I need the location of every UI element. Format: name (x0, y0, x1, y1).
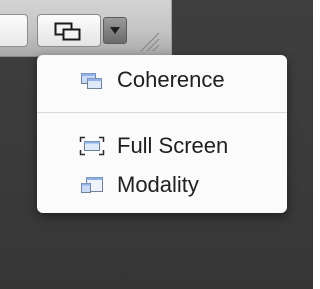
full-screen-icon (79, 136, 105, 156)
view-mode-menu: Coherence Full Screen Modality (37, 55, 287, 213)
menu-item-full-screen[interactable]: Full Screen (37, 132, 287, 160)
view-mode-button[interactable] (37, 14, 101, 47)
resize-grip-icon[interactable] (138, 30, 160, 52)
triangle-down-icon (110, 27, 120, 34)
coherence-window-icon (54, 22, 81, 41)
menu-item-label: Full Screen (117, 133, 229, 158)
menu-separator (37, 112, 287, 113)
window-toolbar (0, 0, 172, 57)
modality-icon (81, 177, 103, 193)
menu-item-modality[interactable]: Modality (37, 171, 287, 199)
menu-item-label: Coherence (117, 67, 225, 92)
menu-item-coherence[interactable]: Coherence (37, 66, 287, 94)
view-mode-dropdown-button[interactable] (103, 17, 127, 44)
toolbar-button-left[interactable] (0, 14, 28, 47)
menu-item-label: Modality (117, 172, 199, 197)
coherence-icon (81, 73, 102, 89)
